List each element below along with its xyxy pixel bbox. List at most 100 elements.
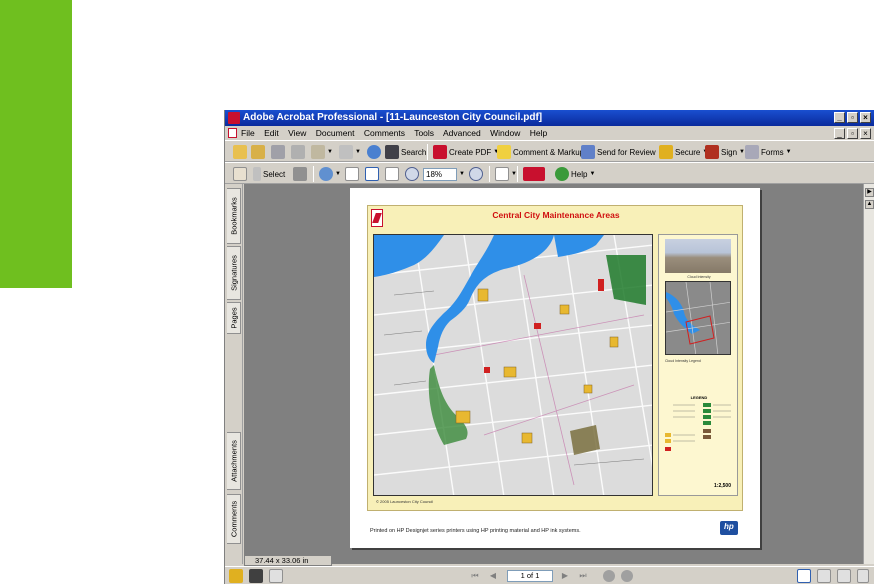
previous-view-button[interactable] [603, 570, 615, 582]
web-button[interactable] [367, 144, 381, 160]
continuous-facing-layout-button[interactable] [857, 569, 869, 583]
menu-view[interactable]: View [288, 128, 306, 138]
forms-button[interactable]: Forms ▼ [745, 144, 792, 160]
tab-bookmarks-label: Bookmarks [229, 197, 238, 235]
city-map-graphic [374, 235, 652, 495]
file-toolbar: ▼ ▼ Search Create PDF▼ Comment & Markup▼… [225, 140, 874, 162]
acrobat-window: Adobe Acrobat Professional - [11-Launces… [224, 110, 874, 584]
page-indicator[interactable]: 1 of 1 [507, 570, 553, 582]
zoom-in-button[interactable] [469, 166, 483, 182]
toolbar-separator [427, 144, 428, 160]
menu-file[interactable]: File [241, 128, 255, 138]
fit-page-icon [365, 167, 379, 181]
scroll-up-arrow-icon[interactable]: ▲ [865, 200, 874, 209]
scroll-up-arrow-icon[interactable]: ▶ [865, 188, 874, 197]
page-status-icon[interactable] [269, 569, 283, 583]
tab-attachments[interactable]: Attachments [227, 432, 241, 490]
single-page-layout-button[interactable] [797, 569, 811, 583]
next-page-button[interactable]: ▶ [559, 570, 571, 582]
fit-page-button[interactable] [365, 166, 379, 182]
toolbar-separator [489, 166, 490, 182]
pdf-page: Central City Maintenance Areas © 2005 La… [350, 188, 760, 548]
save-status-icon[interactable] [249, 569, 263, 583]
help-button[interactable]: Help ▼ [555, 166, 595, 182]
tab-comments[interactable]: Comments [227, 494, 241, 544]
comment-markup-button[interactable]: Comment & Markup▼ [497, 144, 592, 160]
map-scale: 1:2,500 [714, 483, 731, 489]
menu-help[interactable]: Help [530, 128, 547, 138]
last-page-button[interactable]: ⏭ [577, 570, 589, 582]
search-button[interactable]: Search [385, 144, 426, 160]
close-button[interactable]: × [860, 112, 871, 123]
rotate-view-button[interactable]: ▼ [495, 166, 517, 182]
comment-markup-label: Comment & Markup [513, 147, 585, 157]
email-dropdown-icon: ▼ [327, 149, 333, 155]
legend-heading: LEGEND [690, 395, 708, 400]
facing-layout-button[interactable] [837, 569, 851, 583]
select-tool-button[interactable]: Select [253, 166, 285, 182]
snapshot-button[interactable] [293, 166, 307, 182]
email-button[interactable]: ▼ [311, 144, 333, 160]
doc-minimize-button[interactable]: _ [834, 128, 845, 139]
page-size-indicator: 37.44 x 33.06 in [244, 555, 332, 566]
send-review-button[interactable]: Send for Review▼ [581, 144, 664, 160]
tab-pages[interactable]: Pages [227, 302, 241, 334]
menu-comments[interactable]: Comments [364, 128, 405, 138]
create-pdf-button[interactable]: Create PDF▼ [433, 144, 499, 160]
tab-pages-label: Pages [229, 307, 238, 329]
hand-tool-button[interactable] [233, 166, 247, 182]
open-button[interactable] [233, 144, 247, 160]
toolbar-separator [313, 166, 314, 182]
next-view-button[interactable] [621, 570, 633, 582]
zoom-out-button[interactable] [405, 166, 419, 182]
toolbar-separator [517, 166, 518, 182]
yahoo-button[interactable] [523, 166, 545, 182]
actual-size-button[interactable] [345, 166, 359, 182]
document-pane[interactable]: Central City Maintenance Areas © 2005 La… [244, 184, 864, 564]
legend-title: Cloud Intensity Legend [665, 359, 701, 363]
forms-dropdown-icon: ▼ [785, 149, 792, 155]
select-text-icon [253, 167, 261, 181]
paperclip-icon [339, 145, 353, 159]
menu-edit[interactable]: Edit [264, 128, 279, 138]
tab-bookmarks[interactable]: Bookmarks [227, 188, 241, 244]
organizer-button[interactable] [251, 144, 265, 160]
secure-button[interactable]: Secure▼ [659, 144, 708, 160]
poster-copyright: © 2005 Launceston City Council [376, 499, 434, 504]
city-map [373, 234, 653, 496]
poster-title: Central City Maintenance Areas [492, 210, 620, 220]
page-caption: Printed on HP Designjet series printers … [370, 528, 581, 534]
previous-page-button[interactable]: ◀ [487, 570, 499, 582]
menu-document[interactable]: Document [316, 128, 355, 138]
first-page-button[interactable]: ⏮ [469, 570, 481, 582]
zoom-level-select[interactable]: 18% ▼ [423, 166, 465, 182]
status-bar: ⏮ ◀ 1 of 1 ▶ ⏭ [225, 566, 874, 584]
email-icon [311, 145, 325, 159]
vertical-scrollbar[interactable]: ▶ ▲ [863, 184, 874, 564]
search-label: Search [401, 147, 427, 157]
sign-button[interactable]: Sign ▼ [705, 144, 745, 160]
help-icon [555, 167, 569, 181]
acrobat-app-icon [228, 112, 240, 124]
comment-icon [497, 145, 511, 159]
continuous-layout-button[interactable] [817, 569, 831, 583]
zoom-level-value[interactable]: 18% [423, 167, 457, 181]
fit-width-button[interactable] [385, 166, 399, 182]
zoom-tool-button[interactable]: ▼ [319, 166, 341, 182]
rotate-icon [495, 167, 509, 181]
document-icon[interactable] [228, 128, 237, 138]
folder-icon[interactable] [229, 569, 243, 583]
restore-button[interactable]: ▫ [847, 112, 858, 123]
menu-bar: File Edit View Document Comments Tools A… [225, 126, 874, 140]
print-button[interactable] [291, 144, 305, 160]
attach-button[interactable]: ▼ [339, 144, 361, 160]
doc-restore-button[interactable]: ▫ [847, 128, 858, 139]
tab-signatures[interactable]: Signatures [227, 246, 241, 300]
doc-close-button[interactable]: × [860, 128, 871, 139]
menu-advanced[interactable]: Advanced [443, 128, 481, 138]
select-label: Select [263, 169, 286, 179]
menu-tools[interactable]: Tools [414, 128, 434, 138]
menu-window[interactable]: Window [490, 128, 520, 138]
minimize-button[interactable]: _ [834, 112, 845, 123]
save-button[interactable] [271, 144, 285, 160]
